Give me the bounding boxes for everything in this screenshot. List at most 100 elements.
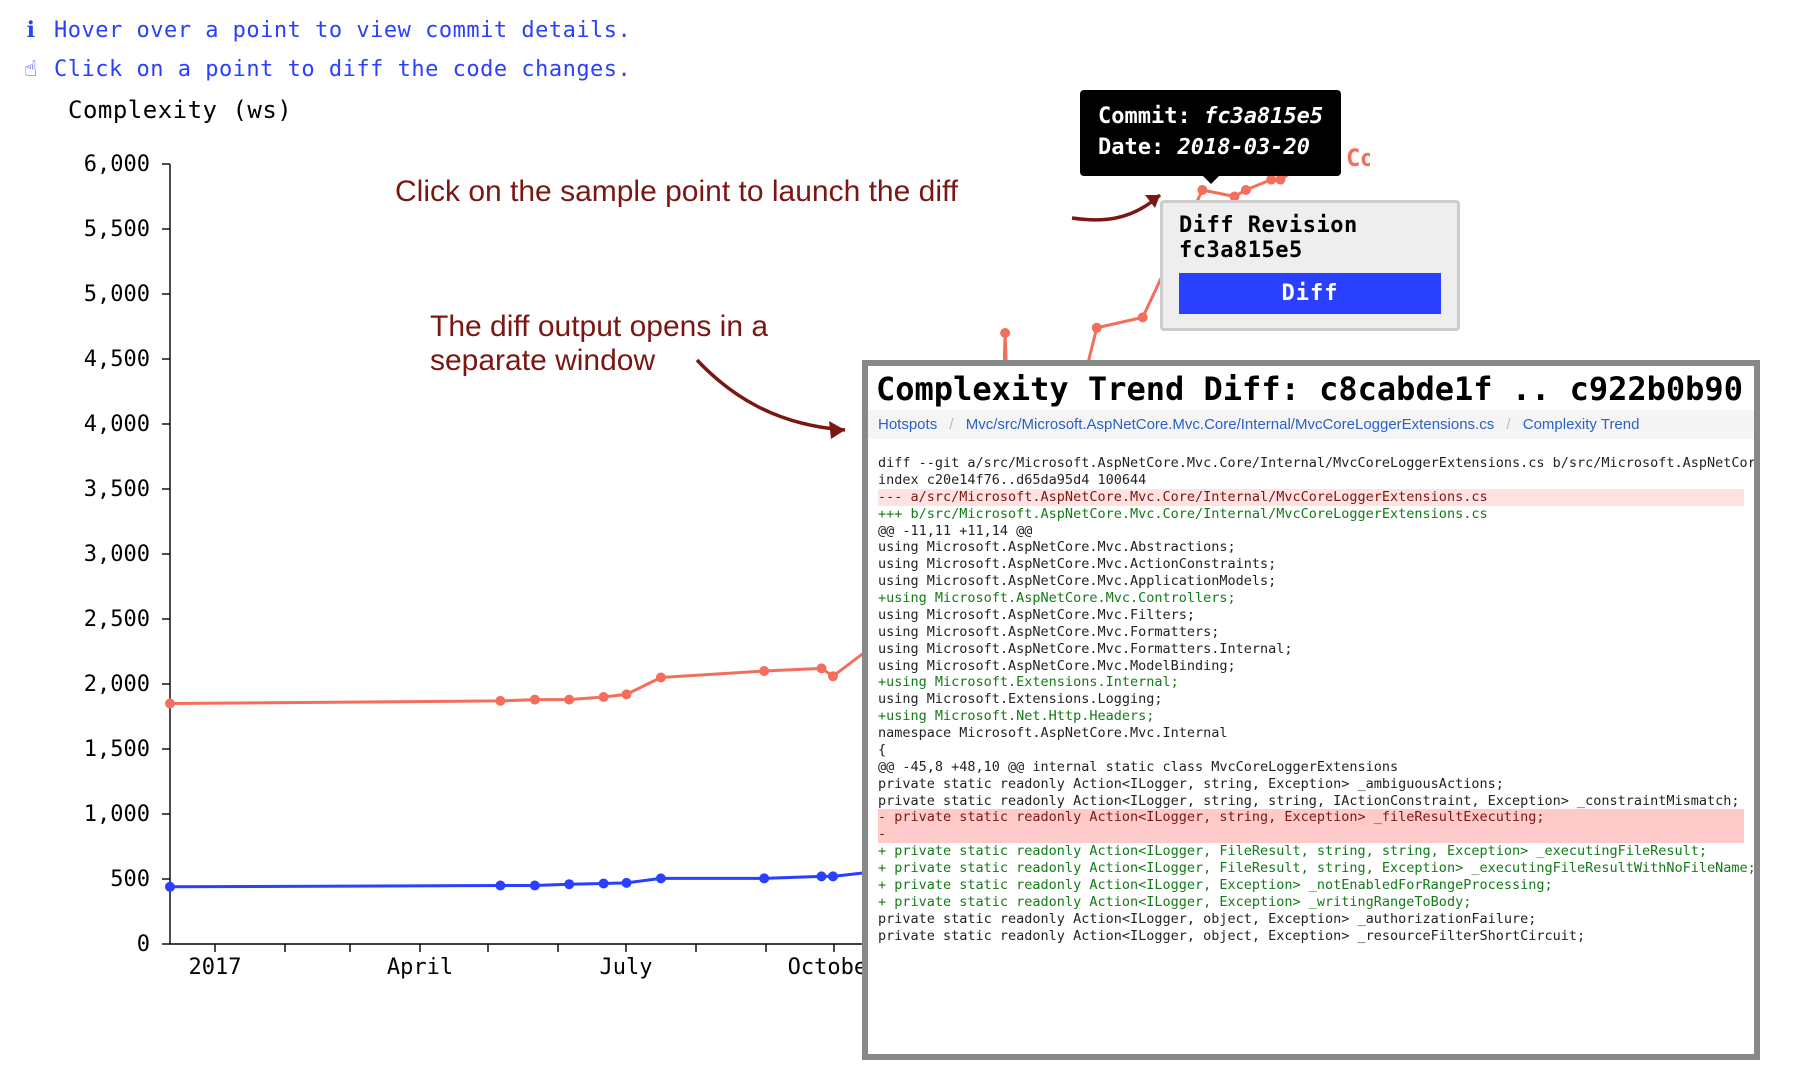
diff-line: using Microsoft.AspNetCore.Mvc.Formatter… (878, 624, 1744, 641)
diff-line: @@ -11,11 +11,14 @@ (878, 523, 1744, 540)
hint-click: ☝ Click on a point to diff the code chan… (20, 57, 1786, 82)
diff-line: using Microsoft.Extensions.Logging; (878, 691, 1744, 708)
tooltip-commit-label: Commit: (1098, 104, 1191, 129)
data-point[interactable] (759, 873, 769, 883)
svg-text:1,500: 1,500 (84, 737, 150, 762)
diff-line: private static readonly Action<ILogger, … (878, 793, 1744, 810)
diff-line: private static readonly Action<ILogger, … (878, 911, 1744, 928)
diff-line: @@ -45,8 +48,10 @@ internal static class… (878, 759, 1744, 776)
data-point[interactable] (656, 873, 666, 883)
diff-line: namespace Microsoft.AspNetCore.Mvc.Inter… (878, 725, 1744, 742)
data-point[interactable] (530, 695, 540, 705)
data-point[interactable] (622, 689, 632, 699)
diff-revision-title: Diff Revision fc3a815e5 (1179, 213, 1441, 263)
data-point[interactable] (817, 663, 827, 673)
data-point[interactable] (1000, 328, 1010, 338)
data-point[interactable] (1197, 185, 1207, 195)
diff-line: using Microsoft.AspNetCore.Mvc.ModelBind… (878, 658, 1744, 675)
diff-button[interactable]: Diff (1179, 273, 1441, 314)
diff-line: index c20e14f76..d65da95d4 100644 (878, 472, 1744, 489)
diff-line: using Microsoft.AspNetCore.Mvc.Abstracti… (878, 539, 1744, 556)
svg-text:5,500: 5,500 (84, 217, 150, 242)
data-point[interactable] (1266, 175, 1276, 185)
svg-text:4,000: 4,000 (84, 412, 150, 437)
breadcrumb: Hotspots / Mvc/src/Microsoft.AspNetCore.… (868, 410, 1754, 439)
breadcrumb-sep-icon: / (1498, 416, 1518, 433)
info-icon: ℹ (20, 18, 42, 43)
svg-text:5,000: 5,000 (84, 282, 150, 307)
breadcrumb-trend[interactable]: Complexity Trend (1523, 416, 1640, 433)
data-point[interactable] (599, 692, 609, 702)
diff-line: private static readonly Action<ILogger, … (878, 776, 1744, 793)
diff-line: + private static readonly Action<ILogger… (878, 877, 1744, 894)
data-point[interactable] (828, 671, 838, 681)
diff-line: +using Microsoft.Extensions.Internal; (878, 674, 1744, 691)
svg-text:4,500: 4,500 (84, 347, 150, 372)
breadcrumb-sep-icon: / (941, 416, 961, 433)
diff-line: using Microsoft.AspNetCore.Mvc.ActionCon… (878, 556, 1744, 573)
y-axis: 0 500 1,000 1,500 2,000 2,500 3,000 3,50… (84, 152, 170, 957)
hint-click-text: Click on a point to diff the code change… (54, 57, 631, 82)
diff-line: - (878, 826, 1744, 843)
svg-text:3,000: 3,000 (84, 542, 150, 567)
arrow-to-diff-window (695, 355, 865, 445)
annotation-click-sample: Click on the sample point to launch the … (395, 175, 958, 209)
svg-text:3,500: 3,500 (84, 477, 150, 502)
diff-line: using Microsoft.AspNetCore.Mvc.Applicati… (878, 573, 1744, 590)
data-point[interactable] (495, 696, 505, 706)
diff-line: + private static readonly Action<ILogger… (878, 843, 1744, 860)
svg-text:0: 0 (137, 932, 150, 957)
diff-line: +using Microsoft.AspNetCore.Mvc.Controll… (878, 590, 1744, 607)
data-point[interactable] (564, 695, 574, 705)
diff-line: +++ b/src/Microsoft.AspNetCore.Mvc.Core/… (878, 506, 1744, 523)
diff-body[interactable]: diff --git a/src/Microsoft.AspNetCore.Mv… (868, 439, 1754, 946)
svg-text:500: 500 (110, 867, 150, 892)
diff-line: private static readonly Action<ILogger, … (878, 928, 1744, 945)
data-point[interactable] (495, 881, 505, 891)
hint-hover-text: Hover over a point to view commit detail… (54, 18, 631, 43)
data-point[interactable] (828, 871, 838, 881)
diff-revision-panel: Diff Revision fc3a815e5 Diff (1160, 200, 1460, 331)
diff-line: - private static readonly Action<ILogger… (878, 809, 1744, 826)
svg-text:2017: 2017 (189, 955, 242, 980)
tooltip-date-label: Date: (1098, 135, 1164, 160)
diff-line: +using Microsoft.Net.Http.Headers; (878, 708, 1744, 725)
series-other[interactable] (165, 866, 932, 892)
diff-line: + private static readonly Action<ILogger… (878, 860, 1744, 877)
data-point[interactable] (564, 879, 574, 889)
hint-hover: ℹ Hover over a point to view commit deta… (20, 18, 1786, 43)
pointer-icon: ☝ (20, 57, 42, 82)
tooltip-date-value: 2018-03-20 (1177, 135, 1309, 160)
diff-window-title: Complexity Trend Diff: c8cabde1f .. c922… (868, 366, 1754, 410)
data-point[interactable] (656, 673, 666, 683)
data-point[interactable] (165, 882, 175, 892)
diff-line: diff --git a/src/Microsoft.AspNetCore.Mv… (878, 455, 1744, 472)
data-point[interactable] (530, 881, 540, 891)
svg-text:2,500: 2,500 (84, 607, 150, 632)
svg-text:1,000: 1,000 (84, 802, 150, 827)
diff-line: using Microsoft.AspNetCore.Mvc.Filters; (878, 607, 1744, 624)
svg-text:April: April (387, 955, 453, 980)
breadcrumb-hotspots[interactable]: Hotspots (878, 416, 937, 433)
data-point[interactable] (1138, 312, 1148, 322)
data-point[interactable] (622, 878, 632, 888)
diff-line: --- a/src/Microsoft.AspNetCore.Mvc.Core/… (878, 489, 1744, 506)
breadcrumb-path[interactable]: Mvc/src/Microsoft.AspNetCore.Mvc.Core/In… (966, 416, 1495, 433)
page: { "hints": { "hover": "Hover over a poin… (0, 0, 1806, 1070)
data-point[interactable] (1275, 175, 1285, 185)
diff-output-window[interactable]: Complexity Trend Diff: c8cabde1f .. c922… (862, 360, 1760, 1060)
commit-tooltip: Commit: fc3a815e5 Date: 2018-03-20 (1080, 90, 1341, 176)
svg-text:2,000: 2,000 (84, 672, 150, 697)
svg-text:Complexity: Complexity (1346, 144, 1370, 172)
data-point[interactable] (759, 666, 769, 676)
data-point[interactable] (599, 879, 609, 889)
diff-line: + private static readonly Action<ILogger… (878, 894, 1744, 911)
data-point[interactable] (165, 699, 175, 709)
data-point[interactable] (817, 871, 827, 881)
data-point[interactable] (1241, 185, 1251, 195)
diff-line: using Microsoft.AspNetCore.Mvc.Formatter… (878, 641, 1744, 658)
data-point[interactable] (1092, 323, 1102, 333)
arrow-to-point (1070, 170, 1190, 230)
diff-line: { (878, 742, 1744, 759)
svg-text:July: July (600, 955, 653, 980)
